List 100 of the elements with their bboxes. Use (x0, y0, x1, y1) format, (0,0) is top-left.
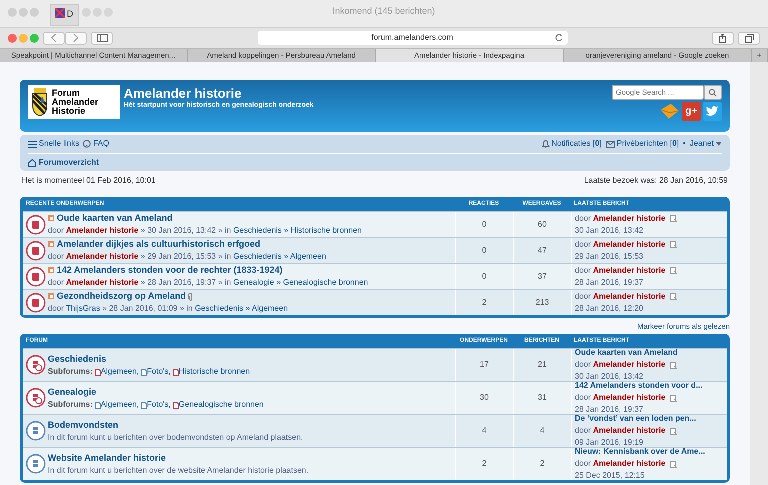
share-button[interactable] (712, 32, 734, 44)
topic-meta: door Amelander historie » 29 Jan 2016, 15:53 » in Geschiedenis » Algemeen (48, 251, 326, 264)
table-cell: 213 (513, 290, 571, 315)
last-post-title[interactable]: Nieuw: Kennisbank over de Ame... (575, 446, 727, 458)
envelope-icon (606, 140, 615, 148)
forum-title[interactable]: Bodemvondsten (48, 418, 304, 432)
topic-icon (26, 266, 46, 286)
last-post-title[interactable]: 142 Amelanders stonden voor d... (575, 380, 727, 392)
faq-link[interactable]: FAQ (83, 138, 110, 150)
last-visit: Laatste bezoek was: 28 Jan 2016, 10:59 (584, 175, 728, 187)
view-post-icon[interactable] (670, 292, 677, 300)
tabs-icon (744, 34, 754, 42)
subforum-link[interactable]: Foto's, (141, 366, 171, 378)
back-icon (51, 34, 57, 42)
topic-meta: door Amelander historie » 30 Jan 2016, 13:42 » in Geschiedenis » Historische bronnen (48, 225, 362, 238)
window-title: Inkomend (145 berichten) (332, 5, 436, 18)
address-bar[interactable]: forum.amelanders.com (258, 31, 568, 45)
notifications-link[interactable]: Notificaties [0] (542, 138, 602, 150)
last-post-date: 30 Jan 2016, 13:42 (575, 371, 645, 382)
topic-icon (26, 292, 46, 312)
topic-icon (26, 214, 46, 234)
forum-title[interactable]: Genealogie (48, 386, 264, 399)
topic-meta: door Amelander historie » 28 Jan 2016, 19:37 » in Genealogie » Genealogische bronnen (48, 277, 368, 290)
paperclip-icon (188, 292, 194, 300)
bird-icon (706, 106, 719, 117)
last-post-title[interactable]: Oude kaarten van Ameland (575, 347, 727, 360)
forward-icon (73, 34, 79, 42)
caret-icon (716, 142, 722, 146)
envelope-icon[interactable] (660, 102, 680, 121)
twitter-button[interactable] (703, 102, 722, 121)
last-post-author: door Amelander historie (575, 425, 727, 438)
subforum-link[interactable]: Algemeen, (94, 399, 140, 411)
table-cell: 2 (455, 448, 513, 480)
last-post-date: 30 Jan 2016, 13:42 (575, 224, 645, 236)
home-icon (28, 158, 37, 166)
topic-title[interactable]: 142 Amelanders stonden voor de rechter (1833-1924) (57, 264, 283, 278)
view-post-icon[interactable] (670, 240, 677, 248)
logo[interactable]: Forum Amelander Historie (28, 85, 120, 119)
last-post-author: door Amelander historie (575, 290, 727, 302)
new-post-icon[interactable] (48, 241, 55, 248)
subforum-link[interactable]: Algemeen, (94, 366, 140, 378)
new-post-icon[interactable] (48, 267, 55, 274)
subforum-link[interactable]: Foto's, (141, 399, 171, 411)
table-cell: 2 (455, 290, 513, 315)
subforum-link[interactable]: Historische bronnen (172, 366, 250, 378)
bell-icon (542, 140, 550, 148)
view-post-icon[interactable] (670, 428, 677, 435)
reload-icon (554, 34, 562, 42)
last-post-date: 25 Dec 2015, 12:15 (575, 470, 646, 482)
separator-dot: • (683, 138, 686, 150)
last-post-author: door Amelander historie (575, 212, 727, 224)
share-icon (719, 34, 727, 42)
table-cell: 2 (513, 448, 571, 480)
help-icon (83, 140, 92, 148)
last-post-title[interactable]: De ‘vondst’ van een loden pen... (575, 413, 727, 426)
sidebar-button[interactable] (91, 32, 113, 44)
subforums-label: Subforums: (48, 399, 93, 411)
last-post-author: door Amelander historie (575, 238, 727, 250)
topic-title[interactable]: Oude kaarten van Ameland (57, 212, 173, 226)
coat-of-arms-icon (31, 88, 49, 116)
forward-button[interactable] (65, 32, 87, 44)
last-post-date: 28 Jan 2016, 12:20 (575, 302, 645, 314)
background-tab[interactable]: D (50, 4, 78, 26)
view-post-icon[interactable] (670, 362, 677, 369)
view-post-icon[interactable] (670, 214, 677, 222)
new-post-icon[interactable] (48, 215, 55, 222)
subforum-link[interactable]: Genealogische bronnen (172, 399, 264, 411)
logo-text: Forum (52, 88, 81, 98)
last-post-date: 28 Jan 2016, 19:37 (575, 276, 645, 288)
last-post-author: door Amelander historie (575, 392, 727, 404)
topic-icon (26, 240, 46, 260)
last-post-author: door Amelander historie (575, 264, 727, 276)
forum-title[interactable]: Geschiedenis (48, 352, 250, 366)
last-post-date: 29 Jan 2016, 15:53 (575, 250, 645, 262)
logo-text: Amelander (52, 98, 99, 106)
site-title[interactable]: Amelander historie (124, 87, 612, 101)
last-post-author: door Amelander historie (575, 458, 727, 470)
quick-links-link[interactable]: Snelle links (28, 138, 80, 150)
view-post-icon[interactable] (670, 460, 677, 468)
last-post-date: 28 Jan 2016, 19:37 (575, 404, 645, 415)
forum-title[interactable]: Website Amelander historie (48, 452, 309, 465)
tabs-button[interactable] (738, 32, 760, 44)
subforums-label: Subforums: (48, 366, 93, 378)
view-post-icon[interactable] (670, 266, 677, 274)
menu-icon (28, 140, 37, 148)
forum-description: In dit forum kunt u berichten over de website Amelander historie plaatsen. (48, 465, 309, 477)
last-post-author: door Amelander historie (575, 359, 727, 372)
last-post-date: 09 Jan 2016, 19:19 (575, 437, 645, 448)
current-time: Het is momenteel 01 Feb 2016, 10:01 (22, 175, 156, 187)
google-plus-button[interactable]: g+ (682, 102, 701, 121)
new-post-icon[interactable] (48, 293, 55, 300)
search-button[interactable] (704, 85, 722, 100)
user-menu[interactable]: Jeanet (690, 138, 722, 150)
back-button[interactable] (43, 32, 65, 44)
topic-title[interactable]: Gezondheidszorg op Ameland (57, 290, 186, 304)
logo-text: Historie (52, 106, 87, 116)
topic-title[interactable]: Amelander dijkjes als cultuurhistorisch erfgoed (57, 238, 261, 252)
view-post-icon[interactable] (670, 394, 677, 402)
breadcrumb-link[interactable]: Forumoverzicht (28, 156, 100, 168)
messages-link[interactable]: Privéberichten [0] (606, 138, 680, 150)
